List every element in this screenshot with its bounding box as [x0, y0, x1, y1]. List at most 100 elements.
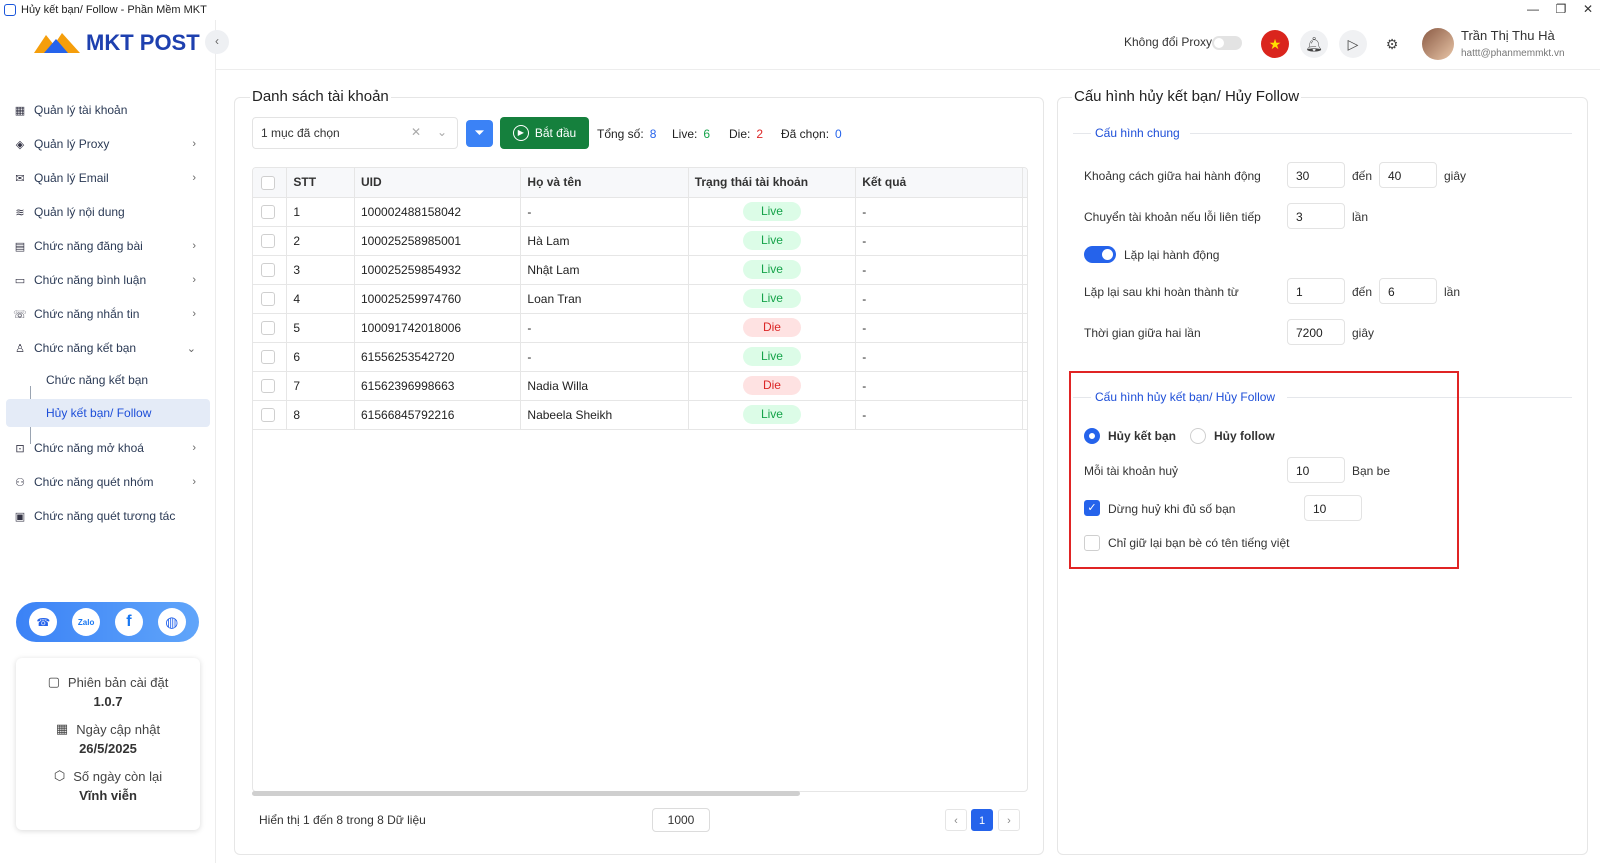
support-icon[interactable]: ☎	[29, 608, 58, 636]
cell-stt: 5	[286, 313, 355, 343]
sidebar-item-comment[interactable]: ▭ Chức năng bình luận ›	[6, 266, 210, 294]
window-title: Hủy kết bạn/ Follow - Phần Mềm MKT	[21, 4, 207, 16]
delay-to-input[interactable]: 40	[1379, 162, 1437, 188]
status-badge: Live	[742, 260, 801, 279]
repeat-to-input[interactable]: 6	[1379, 278, 1437, 304]
facebook-icon[interactable]: f	[114, 608, 143, 636]
sidebar-subitem-unfriend[interactable]: Hủy kết bạn/ Follow	[6, 399, 210, 427]
minimize-icon[interactable]: —	[1521, 0, 1545, 20]
status-badge: Live	[742, 231, 801, 250]
zalo-icon[interactable]: Zalo	[72, 608, 101, 636]
delay-from-input[interactable]: 30	[1287, 162, 1345, 188]
table-row[interactable]: 861566845792216Nabeela SheikhLive--	[253, 400, 1027, 430]
table-row[interactable]: 5100091742018006-Die--	[253, 313, 1027, 343]
col-h[interactable]: H	[1022, 168, 1027, 198]
sidebar-item-unlock[interactable]: ⊡ Chức năng mở khoá ›	[6, 434, 210, 462]
col-result[interactable]: Kết quả	[855, 168, 1024, 198]
chevron-down-icon[interactable]: ⌄	[437, 125, 447, 139]
row-checkbox[interactable]	[261, 349, 275, 364]
row-checkbox[interactable]	[261, 407, 275, 422]
account-select[interactable]: 1 mục đã chọn ✕ ⌄	[252, 117, 458, 149]
layers-icon: ◈	[15, 138, 25, 151]
interval-unit: giây	[1352, 326, 1375, 340]
horizontal-scrollbar[interactable]	[252, 791, 800, 796]
table-row[interactable]: 661556253542720-Live--	[253, 342, 1027, 372]
sidebar-item-email[interactable]: ✉ Quản lý Email ›	[6, 164, 210, 192]
sidebar-item-post[interactable]: ▤ Chức năng đăng bài ›	[6, 232, 210, 260]
sidebar-item-proxy[interactable]: ◈ Quản lý Proxy ›	[6, 130, 210, 158]
row-checkbox[interactable]	[261, 378, 275, 393]
cell-h: -	[1022, 313, 1027, 343]
repeat-toggle[interactable]	[1084, 246, 1116, 263]
row-checkbox[interactable]	[261, 262, 275, 277]
col-stt[interactable]: STT	[286, 168, 355, 198]
sidebar-item-scan-interaction[interactable]: ▣ Chức năng quét tương tác	[6, 502, 210, 530]
restore-icon[interactable]: ❐	[1549, 0, 1573, 20]
avatar[interactable]	[1422, 28, 1454, 60]
divider	[1073, 133, 1091, 134]
row-checkbox[interactable]	[261, 233, 275, 248]
cell-h: -	[1022, 284, 1027, 314]
interval-input[interactable]: 7200	[1287, 319, 1345, 345]
table-row[interactable]: 2100025258985001Hà LamLive--	[253, 226, 1027, 256]
sidebar-subitem-add-friend[interactable]: Chức năng kết bạn	[6, 366, 210, 394]
cell-status: Live	[688, 197, 857, 227]
select-all-checkbox[interactable]	[261, 175, 275, 190]
version-value: 1.0.7	[93, 694, 123, 709]
table-row[interactable]: 1100002488158042-Live--	[253, 197, 1027, 227]
filter-button[interactable]: ⏷	[466, 120, 493, 147]
cell-uid: 61556253542720	[354, 342, 522, 372]
table-row[interactable]: 3100025259854932Nhật LamLive--	[253, 255, 1027, 285]
switch-account-label: Chuyển tài khoản nếu lỗi liên tiếp	[1084, 210, 1261, 224]
play-icon[interactable]: ▷	[1339, 30, 1367, 58]
highlight-box	[1069, 371, 1459, 569]
days-left-value: Vĩnh viễn	[79, 788, 137, 803]
cell-name: -	[520, 197, 689, 227]
unlock-icon: ⊡	[15, 442, 25, 455]
cell-uid: 100091742018006	[354, 313, 522, 343]
cell-stt: 6	[286, 342, 355, 372]
sidebar-item-content[interactable]: ≋ Quản lý nội dung	[6, 198, 210, 226]
play-circle-icon: ▶	[512, 125, 529, 141]
repeat-from-input[interactable]: 1	[1287, 278, 1345, 304]
row-checkbox[interactable]	[261, 291, 275, 306]
cell-h: -	[1022, 226, 1027, 256]
filter-icon: ⏷	[474, 125, 485, 140]
row-checkbox[interactable]	[261, 320, 275, 335]
sidebar-item-accounts[interactable]: ▦ Quản lý tài khoản	[6, 96, 210, 124]
table-row[interactable]: 761562396998663Nadia WillaDie--	[253, 371, 1027, 401]
row-checkbox[interactable]	[261, 204, 275, 219]
cell-uid: 100002488158042	[354, 197, 522, 227]
sidebar-item-add-friend[interactable]: ♙ Chức năng kết bạn ⌄	[6, 334, 210, 362]
bell-icon[interactable]: 🔔︎	[1300, 30, 1328, 58]
next-page-button[interactable]: ›	[998, 809, 1020, 831]
cell-status: Live	[688, 255, 857, 285]
sidebar-item-message[interactable]: ☏ Chức năng nhắn tin ›	[6, 300, 210, 328]
cell-result: -	[855, 342, 1024, 372]
switch-account-input[interactable]: 3	[1287, 203, 1345, 229]
add-friend-icon: ♙	[15, 342, 25, 355]
proxy-toggle[interactable]	[1212, 36, 1242, 50]
page-size-input[interactable]: 1000	[652, 808, 710, 832]
prev-page-button[interactable]: ‹	[945, 809, 967, 831]
repeat-after-label: Lặp lại sau khi hoàn thành từ	[1084, 285, 1239, 299]
cell-name: Loan Tran	[520, 284, 689, 314]
col-status[interactable]: Trạng thái tài khoản	[688, 168, 857, 198]
cell-status: Live	[688, 226, 857, 256]
proxy-label: Không đổi Proxy	[1124, 35, 1213, 49]
gear-icon[interactable]: ⚙	[1378, 30, 1406, 58]
table-row[interactable]: 4100025259974760Loan TranLive--	[253, 284, 1027, 314]
vietnam-flag-icon[interactable]: ★	[1261, 30, 1289, 58]
chevron-right-icon: ›	[192, 240, 196, 252]
cell-status: Die	[688, 371, 857, 401]
start-button[interactable]: ▶ Bắt đầu	[500, 117, 589, 149]
close-icon[interactable]: ✕	[1576, 0, 1600, 20]
box-icon: ⬡	[53, 768, 66, 783]
col-name[interactable]: Họ và tên	[520, 168, 689, 198]
clear-icon[interactable]: ✕	[411, 125, 421, 139]
col-uid[interactable]: UID	[354, 168, 522, 198]
sidebar-item-scan-group[interactable]: ⚇ Chức năng quét nhóm ›	[6, 468, 210, 496]
globe-icon[interactable]: ◍	[157, 608, 186, 636]
page-1-button[interactable]: 1	[971, 809, 993, 831]
logo-text: MKT POST	[86, 30, 200, 55]
